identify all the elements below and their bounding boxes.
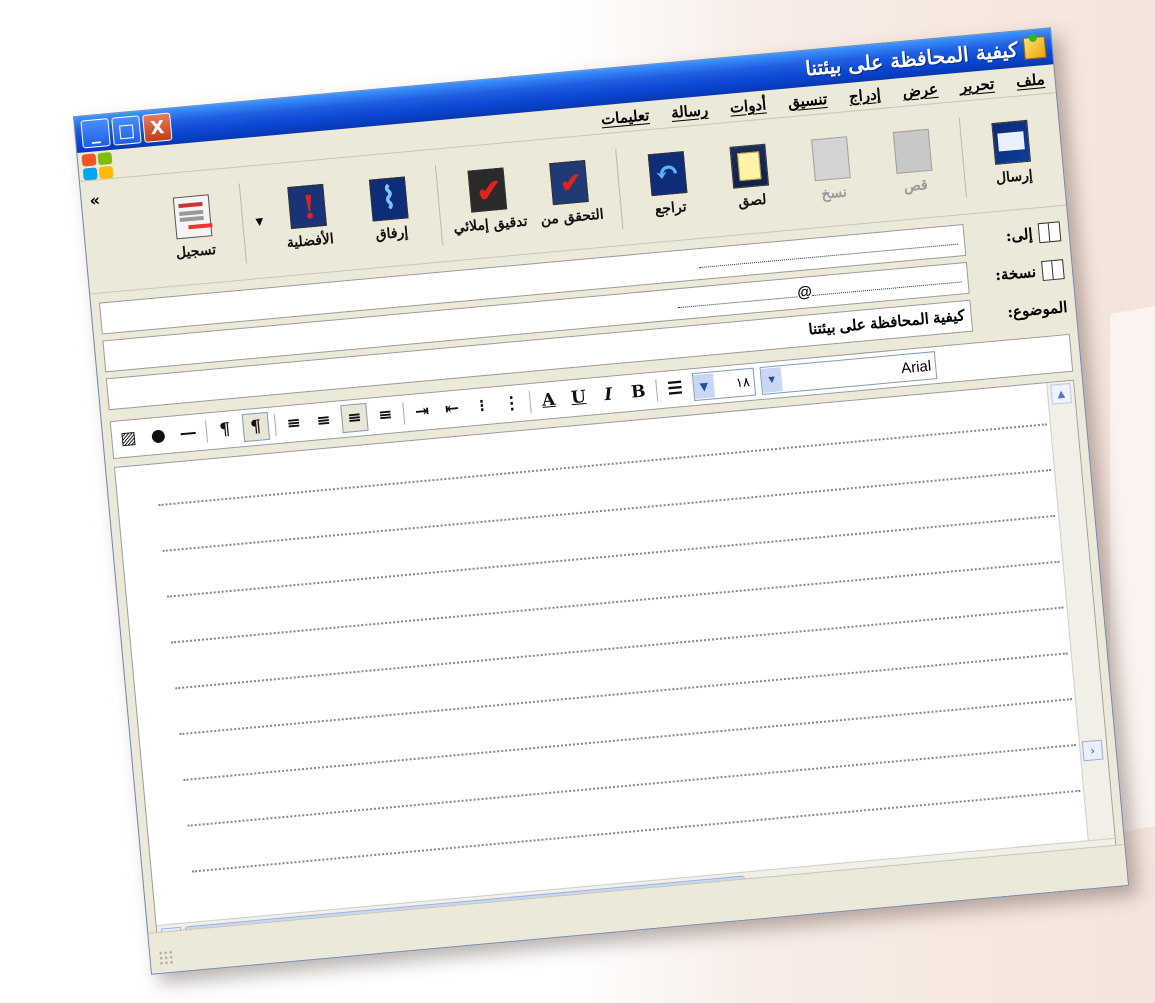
paste-icon	[729, 143, 770, 189]
subject-label-wrap: الموضوع:	[971, 297, 1069, 325]
cut-icon	[892, 128, 933, 174]
ruled-line	[183, 698, 1072, 781]
toolbar-separator	[239, 183, 248, 264]
italic-button[interactable]: I	[595, 381, 621, 409]
menu-insert[interactable]: إدراج	[848, 85, 881, 106]
attach-icon	[368, 176, 409, 222]
rtl-paragraph-icon[interactable]: ¶	[241, 411, 271, 443]
format-separator	[402, 402, 406, 425]
toolbar-separator	[958, 117, 968, 198]
underline-button[interactable]: U	[565, 384, 591, 412]
undo-button[interactable]: تراجع	[625, 149, 712, 220]
cc-label: نسخة:	[994, 262, 1037, 285]
spelling-button[interactable]: تدقيق إملائي	[445, 165, 532, 236]
sign-icon	[173, 194, 213, 240]
to-label-button[interactable]: إلى:	[964, 221, 1062, 250]
message-window: كيفية المحافظة على بيئتنا _ □ X ملف تحري…	[72, 27, 1130, 975]
toolbar-more-icon[interactable]: »	[89, 190, 101, 210]
close-button[interactable]: X	[142, 112, 173, 143]
menu-help[interactable]: تعليمات	[600, 106, 650, 128]
paste-label: لصق	[737, 191, 768, 211]
font-family-select[interactable]: ▼ Arial	[759, 351, 938, 395]
cc-dotted-line	[676, 282, 798, 309]
menu-tools[interactable]: أدوات	[729, 95, 767, 116]
background-icon[interactable]: ●	[145, 422, 171, 450]
format-separator	[205, 420, 209, 443]
copy-icon	[811, 136, 851, 182]
maximize-button[interactable]: □	[111, 115, 142, 146]
ruled-line	[179, 652, 1068, 736]
ruled-line	[187, 743, 1077, 827]
font-color-button[interactable]: A	[536, 386, 562, 414]
toolbar-separator	[434, 165, 444, 246]
copy-button[interactable]: نسخ	[788, 134, 875, 205]
font-size-select[interactable]: ▼ ١٨	[691, 367, 757, 402]
subject-label: الموضوع:	[1006, 297, 1069, 322]
ltr-paragraph-icon[interactable]: ¶	[212, 416, 238, 444]
ruled-line	[175, 606, 1064, 690]
address-book-icon	[1041, 259, 1065, 282]
attach-label: إرفاق	[375, 224, 409, 244]
priority-dropdown-icon[interactable]: ▼	[255, 216, 264, 228]
decrease-indent-icon[interactable]: ⇤	[439, 395, 465, 423]
cut-label: قص	[903, 177, 929, 196]
ruled-line	[166, 514, 1056, 598]
resize-grip-icon[interactable]	[157, 949, 176, 967]
check-names-icon	[549, 160, 589, 206]
cc-label-button[interactable]: نسخة:	[967, 259, 1065, 288]
to-label: إلى:	[1005, 224, 1034, 246]
increase-indent-icon[interactable]: ⇥	[409, 398, 435, 426]
menu-view[interactable]: عرض	[902, 80, 939, 101]
align-center-icon[interactable]: ≡	[340, 402, 369, 434]
align-left-icon[interactable]: ≡	[372, 401, 398, 429]
justify-icon[interactable]: ≡	[281, 409, 307, 437]
new-message-icon	[1022, 35, 1047, 60]
menu-edit[interactable]: تحرير	[959, 75, 995, 96]
spelling-icon	[467, 167, 508, 213]
undo-label: تراجع	[654, 199, 688, 218]
minimize-button[interactable]: _	[80, 118, 111, 149]
spelling-label: تدقيق إملائي	[452, 213, 529, 237]
chevron-down-icon: ▼	[760, 367, 783, 393]
format-separator	[655, 379, 659, 402]
sign-label: تسجيل	[175, 241, 217, 262]
font-size-value: ١٨	[735, 374, 751, 391]
check-names-label: التحقق من	[539, 206, 605, 229]
numbering-icon[interactable]: ⋮	[499, 390, 525, 418]
format-separator	[273, 414, 277, 437]
cc-dotted-line	[810, 267, 962, 297]
bullets-icon[interactable]: ⁝	[469, 392, 495, 420]
priority-button[interactable]: الأفضلية	[264, 182, 351, 253]
ruled-line	[162, 469, 1052, 552]
format-separator	[528, 391, 532, 414]
menu-format[interactable]: تنسيق	[787, 90, 828, 111]
paste-button[interactable]: لصق	[707, 142, 794, 213]
horizontal-line-icon[interactable]: —	[175, 419, 201, 447]
menu-message[interactable]: رسالة	[670, 101, 708, 122]
menu-file[interactable]: ملف	[1015, 70, 1045, 91]
scroll-up-icon[interactable]: ▲	[1050, 382, 1073, 405]
undo-icon	[647, 151, 688, 197]
ruled-line	[170, 560, 1060, 644]
copy-label: نسخ	[820, 184, 848, 203]
attach-button[interactable]: إرفاق	[346, 174, 433, 245]
paragraph-style-icon[interactable]: ☰	[662, 375, 688, 403]
send-icon	[991, 119, 1032, 165]
insert-picture-icon[interactable]: ▨	[115, 425, 141, 453]
priority-icon	[287, 183, 327, 229]
windows-logo-icon	[81, 151, 114, 181]
font-family-value: Arial	[900, 357, 932, 377]
bold-button[interactable]: B	[625, 378, 651, 406]
align-right-icon[interactable]: ≡	[310, 407, 336, 435]
priority-label: الأفضلية	[286, 231, 335, 252]
send-label: إرسال	[995, 167, 1034, 187]
chevron-down-icon: ▼	[692, 373, 716, 400]
toolbar-separator	[615, 149, 624, 229]
cut-button[interactable]: قص	[870, 127, 957, 198]
send-button[interactable]: إرسال	[968, 118, 1055, 189]
scroll-right-icon[interactable]: ›	[1081, 739, 1104, 762]
address-book-icon	[1037, 221, 1062, 244]
sign-button[interactable]: تسجيل	[150, 192, 237, 263]
check-names-button[interactable]: التحقق من	[526, 158, 613, 229]
